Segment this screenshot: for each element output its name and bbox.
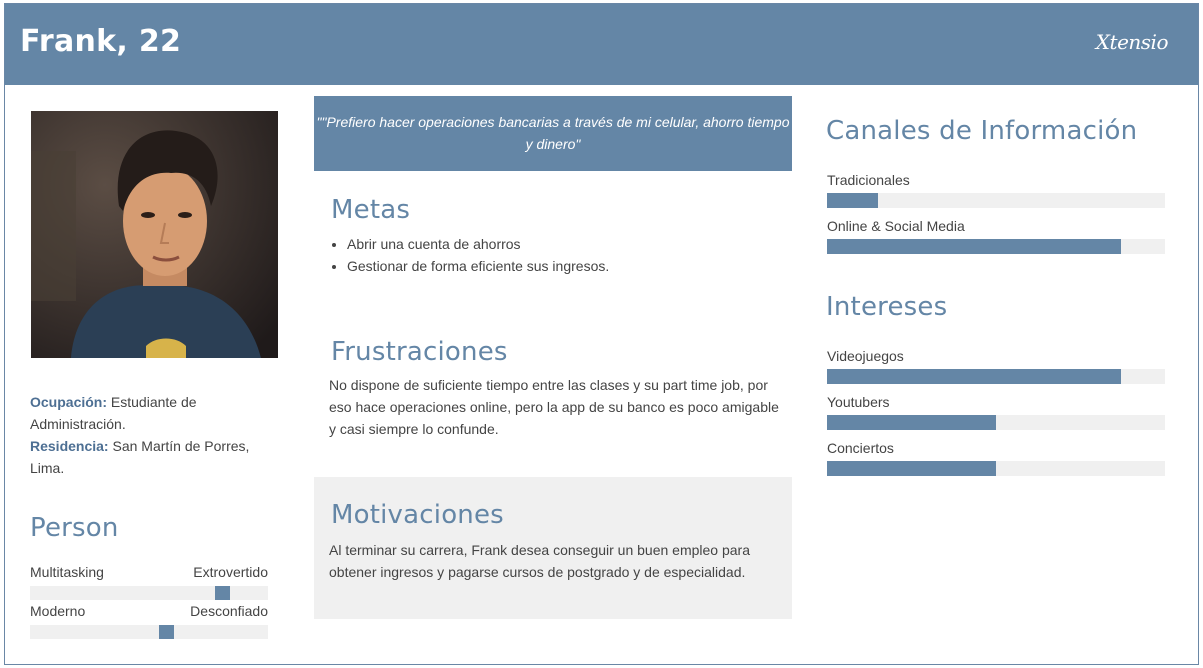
- bar-label: Videojuegos: [827, 348, 904, 364]
- occupation: Ocupación: Estudiante de Administración.: [30, 391, 280, 435]
- profile-info: Ocupación: Estudiante de Administración.…: [30, 391, 280, 479]
- slider-track: [30, 586, 268, 600]
- bar-fill: [827, 369, 1122, 384]
- residence: Residencia: San Martín de Porres, Lima.: [30, 435, 280, 479]
- brand-logo[interactable]: Xtensio: [1096, 30, 1169, 54]
- slider-track: [30, 625, 268, 639]
- bar-label: Tradicionales: [827, 172, 910, 188]
- persona-card: Frank, 22 Xtensio Ocupación: Estudiante …: [4, 3, 1199, 665]
- person-title: Person: [30, 513, 119, 543]
- motivaciones-title: Motivaciones: [331, 500, 504, 530]
- persona-quote: ""Prefiero hacer operaciones bancarias a…: [314, 96, 792, 171]
- slider-left-label: Moderno: [30, 603, 86, 619]
- interes-bar: Conciertos: [827, 440, 1165, 476]
- personality-slider: Moderno Desconfiado: [30, 603, 268, 639]
- bar-track: [827, 193, 1165, 208]
- portrait-image: [31, 111, 278, 358]
- motivaciones-section: Motivaciones Al terminar su carrera, Fra…: [314, 477, 792, 619]
- occupation-label: Ocupación:: [30, 394, 108, 410]
- bar-fill: [827, 461, 996, 476]
- bar-track: [827, 461, 1165, 476]
- bar-label: Conciertos: [827, 440, 894, 456]
- motivaciones-text: Al terminar su carrera, Frank desea cons…: [329, 542, 750, 580]
- bar-fill: [827, 239, 1122, 254]
- slider-right-label: Desconfiado: [190, 603, 268, 619]
- interes-bar: Youtubers: [827, 394, 1165, 430]
- persona-name: Frank, 22: [20, 24, 182, 59]
- header-bar: Frank, 22 Xtensio: [5, 4, 1198, 85]
- slider-left-label: Multitasking: [30, 564, 104, 580]
- slider-right-label: Extrovertido: [193, 564, 268, 580]
- personality-slider: Multitasking Extrovertido: [30, 564, 268, 600]
- list-item: Gestionar de forma eficiente sus ingreso…: [347, 255, 609, 277]
- frustraciones-title: Frustraciones: [331, 337, 508, 367]
- interes-bar: Videojuegos: [827, 348, 1165, 384]
- canal-bar: Tradicionales: [827, 172, 1165, 208]
- bar-label: Youtubers: [827, 394, 890, 410]
- metas-list: Abrir una cuenta de ahorros Gestionar de…: [347, 233, 609, 277]
- bar-track: [827, 369, 1165, 384]
- bar-fill: [827, 415, 996, 430]
- profile-photo: [31, 111, 278, 358]
- bar-track: [827, 239, 1165, 254]
- bar-fill: [827, 193, 878, 208]
- canal-bar: Online & Social Media: [827, 218, 1165, 254]
- quote-text: ""Prefiero hacer operaciones bancarias a…: [316, 114, 790, 152]
- canales-title: Canales de Información: [826, 116, 1138, 146]
- slider-thumb: [215, 586, 230, 600]
- bar-label: Online & Social Media: [827, 218, 965, 234]
- list-item: Abrir una cuenta de ahorros: [347, 233, 609, 255]
- intereses-title: Intereses: [826, 292, 948, 322]
- frustraciones-text: No dispone de suficiente tiempo entre la…: [329, 377, 779, 437]
- bar-track: [827, 415, 1165, 430]
- metas-title: Metas: [331, 195, 411, 225]
- residence-label: Residencia:: [30, 438, 109, 454]
- slider-thumb: [159, 625, 174, 639]
